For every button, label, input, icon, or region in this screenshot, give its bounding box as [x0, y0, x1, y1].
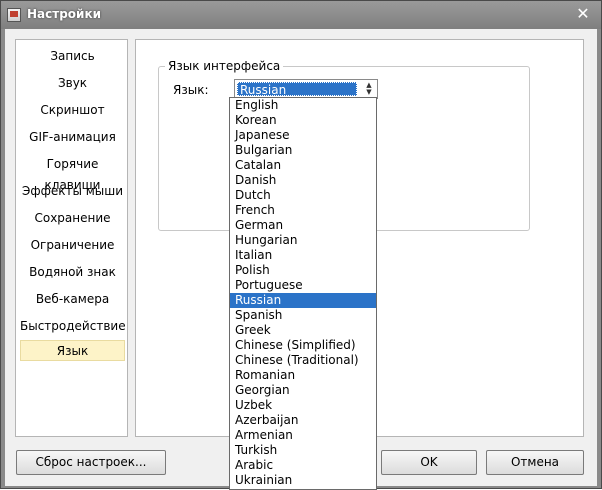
dropdown-option[interactable]: Italian [230, 248, 376, 263]
dropdown-option[interactable]: Dutch [230, 188, 376, 203]
dropdown-option[interactable]: English [230, 98, 376, 113]
dropdown-option[interactable]: Greek [230, 323, 376, 338]
dropdown-option[interactable]: Uzbek [230, 398, 376, 413]
dropdown-option[interactable]: German [230, 218, 376, 233]
dropdown-option[interactable]: Russian [230, 293, 376, 308]
nav-item-language[interactable]: Язык [20, 340, 125, 361]
chevron-updown-icon[interactable]: ▲ ▼ [363, 82, 375, 96]
dropdown-option[interactable]: Japanese [230, 128, 376, 143]
dropdown-option[interactable]: Arabic [230, 458, 376, 473]
nav-item-hotkeys[interactable]: Горячие клавиши [20, 154, 125, 192]
language-dropdown-list[interactable]: English Korean Japanese Bulgarian Catalan Dan… [229, 97, 377, 490]
app-icon [7, 8, 21, 22]
nav-item-gif[interactable]: GIF-анимация [20, 127, 125, 148]
window-title: Настройки [27, 7, 102, 21]
reset-settings-button[interactable]: Сброс настроек... [16, 450, 166, 475]
dropdown-option[interactable]: Korean [230, 113, 376, 128]
dropdown-option[interactable]: Spanish [230, 308, 376, 323]
nav-item-saving[interactable]: Сохранение [20, 208, 125, 229]
nav-item-watermark[interactable]: Водяной знак [20, 262, 125, 283]
nav-item-performance[interactable]: Быстродействие [20, 316, 126, 337]
close-icon[interactable]: ✕ [575, 6, 591, 22]
title-bar[interactable]: Настройки ✕ [1, 1, 601, 29]
dropdown-option[interactable]: Chinese (Simplified) [230, 338, 376, 353]
dropdown-option[interactable]: Azerbaijan [230, 413, 376, 428]
nav-item-sound[interactable]: Звук [20, 73, 125, 94]
settings-nav-list: Запись Звук Скриншот GIF-анимация Горячи… [15, 39, 128, 437]
group-legend: Язык интерфейса [165, 59, 284, 73]
nav-item-record[interactable]: Запись [20, 46, 125, 67]
dropdown-option[interactable]: Hungarian [230, 233, 376, 248]
nav-item-limit[interactable]: Ограничение [20, 235, 125, 256]
dropdown-option[interactable]: Romanian [230, 368, 376, 383]
dropdown-option[interactable]: Turkish [230, 443, 376, 458]
nav-item-mouse-fx[interactable]: Эффекты мыши [20, 181, 125, 202]
dropdown-option[interactable]: Georgian [230, 383, 376, 398]
dropdown-option[interactable]: Polish [230, 263, 376, 278]
language-select[interactable]: Russian ▲ ▼ [234, 79, 378, 99]
dropdown-option[interactable]: Catalan [230, 158, 376, 173]
dropdown-option[interactable]: French [230, 203, 376, 218]
dropdown-option[interactable]: Ukrainian [230, 473, 376, 488]
ok-button[interactable]: OK [381, 450, 477, 475]
dropdown-option[interactable]: Armenian [230, 428, 376, 443]
nav-item-webcam[interactable]: Веб-камера [20, 289, 125, 310]
dropdown-option[interactable]: Portuguese [230, 278, 376, 293]
dropdown-option[interactable]: Chinese (Traditional) [230, 353, 376, 368]
language-label: Язык: [173, 83, 209, 97]
settings-window: Настройки ✕ Запись Звук Скриншот GIF-ани… [0, 0, 602, 490]
language-select-value: Russian [237, 82, 357, 97]
nav-item-screenshot[interactable]: Скриншот [20, 100, 125, 121]
dropdown-option[interactable]: Bulgarian [230, 143, 376, 158]
dropdown-option[interactable]: Danish [230, 173, 376, 188]
cancel-button[interactable]: Отмена [486, 450, 584, 475]
